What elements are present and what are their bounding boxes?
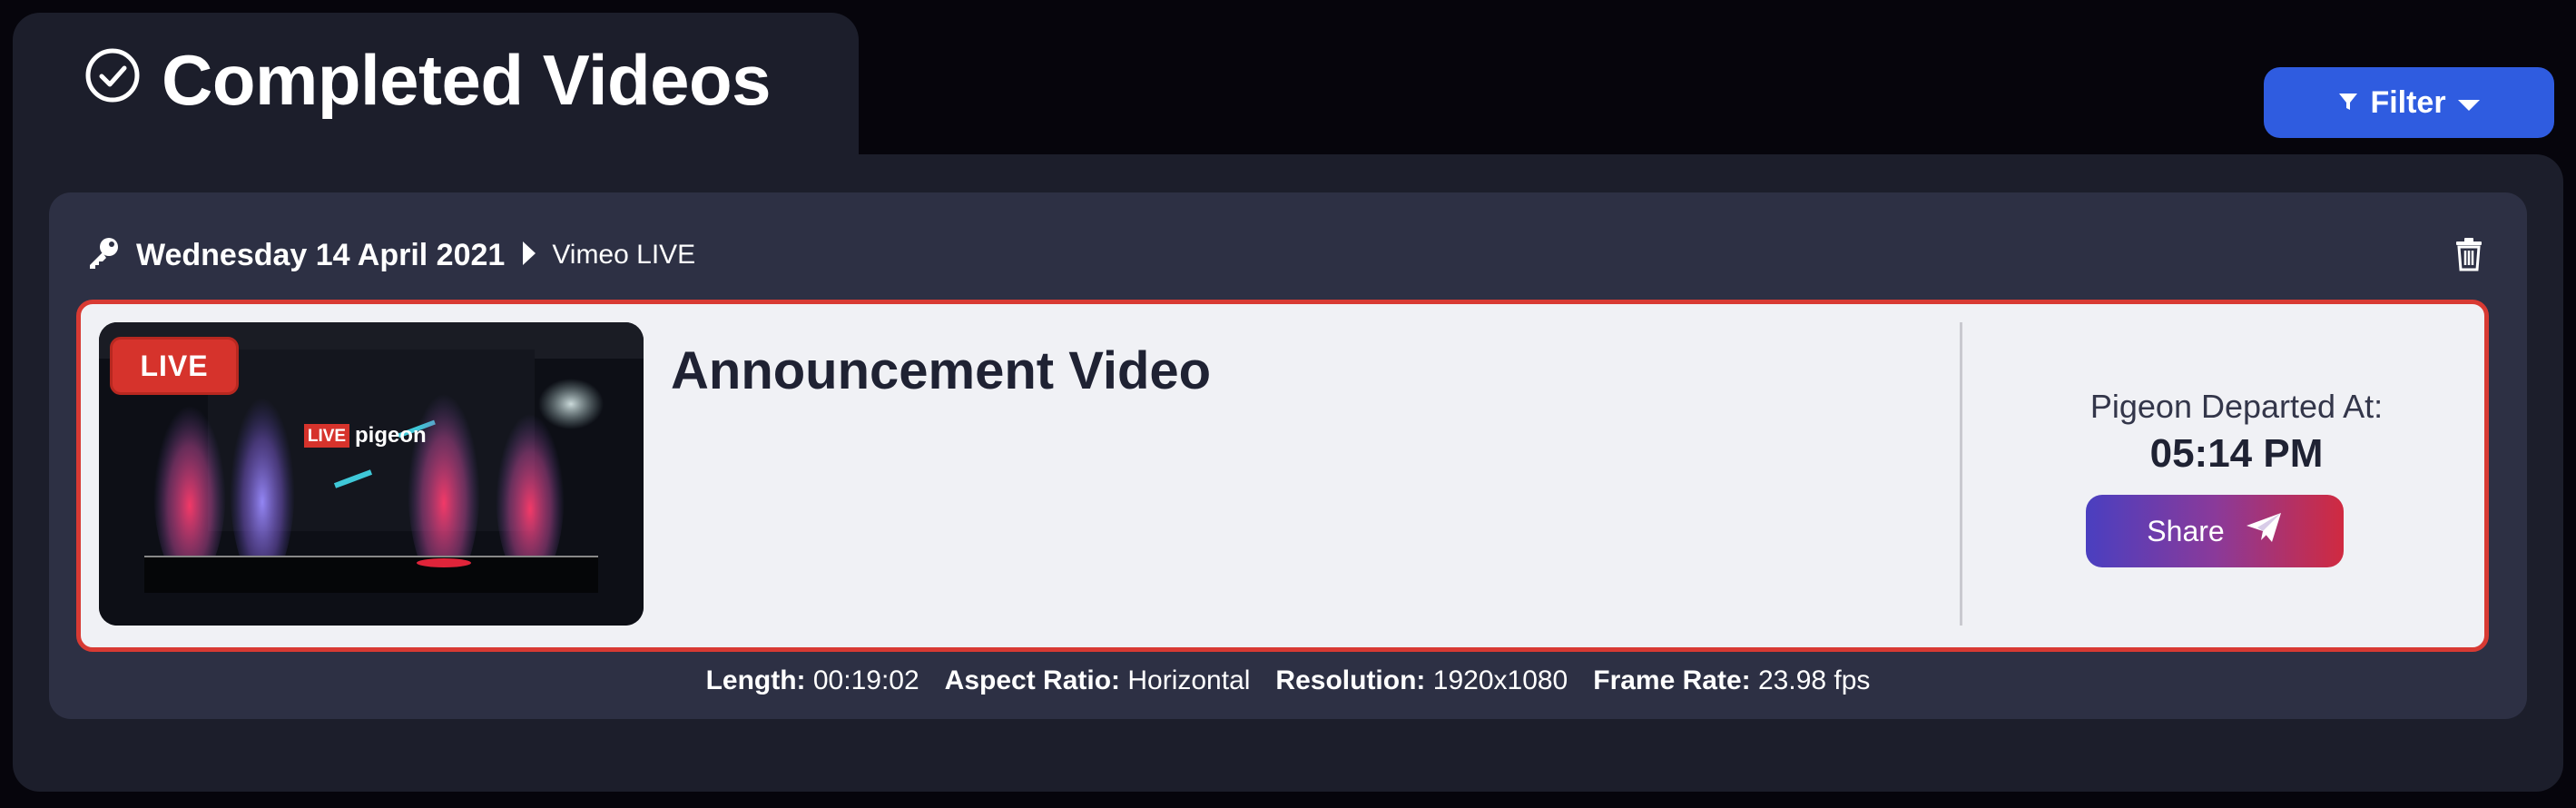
vertical-divider: [1960, 322, 1962, 626]
delete-button[interactable]: [2447, 232, 2491, 280]
meta-frame-rate: Frame Rate: 23.98 fps: [1593, 665, 1871, 695]
share-button[interactable]: Share: [2086, 495, 2344, 567]
meta-aspect-ratio: Aspect Ratio: Horizontal: [944, 665, 1251, 695]
departed-time: 05:14 PM: [2149, 431, 2324, 476]
filter-label: Filter: [2370, 84, 2446, 120]
video-title: Announcement Video: [671, 341, 1212, 400]
meta-length: Length: 00:19:02: [705, 665, 919, 695]
key-icon: [85, 235, 122, 276]
caret-down-icon: [2457, 85, 2481, 121]
share-label: Share: [2147, 514, 2225, 547]
meta-resolution: Resolution: 1920x1080: [1275, 665, 1568, 695]
video-metadata: Length: 00:19:02 Aspect Ratio: Horizonta…: [49, 661, 2527, 701]
departed-label: Pigeon Departed At:: [2089, 388, 2384, 425]
check-circle-icon: [84, 39, 142, 122]
svg-text:LIVE: LIVE: [308, 427, 346, 446]
trash-icon: [2454, 237, 2483, 276]
page-title-text: Completed Videos: [162, 39, 772, 120]
video-date: Wednesday 14 April 2021: [136, 237, 506, 272]
video-card: Wednesday 14 April 2021 Vimeo LIVE LIVE …: [49, 192, 2527, 719]
funnel-icon: [2337, 85, 2359, 121]
svg-text:pigeon: pigeon: [355, 423, 427, 448]
video-thumbnail[interactable]: LIVE pigeon LIVE: [99, 322, 644, 626]
caret-right-icon: [519, 240, 537, 271]
filter-button[interactable]: Filter: [2264, 67, 2554, 138]
page-title: Completed Videos: [84, 36, 772, 123]
video-item[interactable]: LIVE pigeon LIVE Announcement Video Pige…: [76, 300, 2489, 652]
live-badge: LIVE: [110, 337, 239, 395]
paper-plane-icon: [2245, 511, 2283, 551]
platform-name: Vimeo LIVE: [552, 240, 696, 270]
card-header: Wednesday 14 April 2021 Vimeo LIVE: [85, 231, 695, 280]
